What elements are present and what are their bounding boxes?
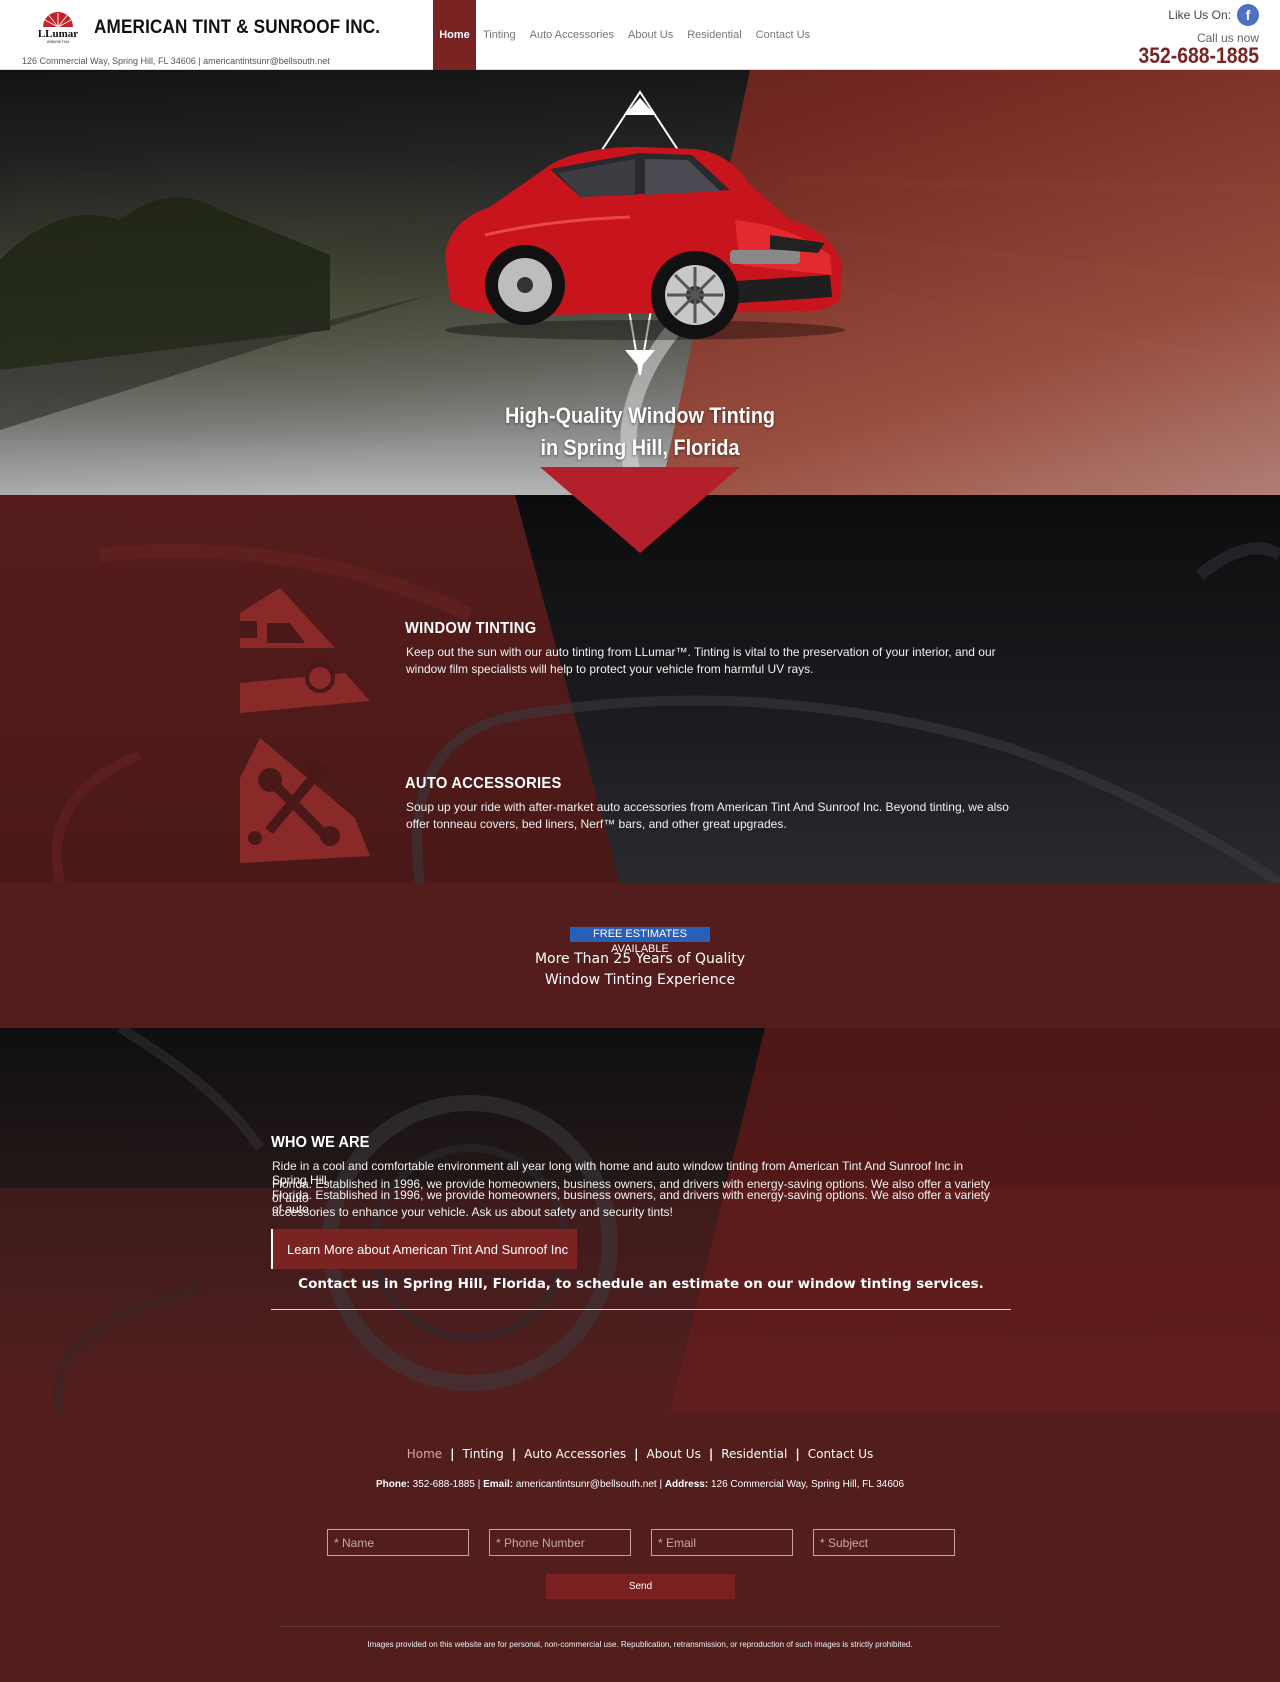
footer-address: 126 Commercial Way, Spring Hill, FL 3460…: [710, 1479, 905, 1490]
logo-sub: WINDOW FILM: [47, 40, 69, 44]
footer-nav-home[interactable]: Home: [407, 1447, 442, 1461]
nav-auto-accessories[interactable]: Auto Accessories: [523, 0, 621, 70]
footer-nav-separator: |: [634, 1447, 639, 1461]
footer-email[interactable]: americantintsunr@bellsouth.net: [516, 1479, 657, 1490]
site-header: LLumar WINDOW FILM AMERICAN TINT & SUNRO…: [0, 0, 1280, 70]
experience-line-1: More Than 25 Years of Quality: [534, 951, 746, 967]
footer-address-label: Address:: [664, 1479, 709, 1490]
send-button[interactable]: Send: [546, 1574, 735, 1599]
social-like: Like Us On: f: [1168, 4, 1259, 26]
like-us-label: Like Us On:: [1168, 8, 1231, 22]
nav-contact-us[interactable]: Contact Us: [749, 0, 817, 70]
estimates-band: FREE ESTIMATES AVAILABLE More Than 25 Ye…: [0, 883, 1280, 1028]
footer-nav-about-us[interactable]: About Us: [647, 1447, 701, 1461]
hero-headline-line1: High-Quality Window Tinting: [504, 403, 776, 428]
nav-home[interactable]: Home: [433, 0, 476, 70]
footer-phone[interactable]: 352-688-1885: [413, 1479, 475, 1490]
email-input[interactable]: [651, 1529, 793, 1556]
window-tint-icon: [240, 588, 370, 713]
brand-title[interactable]: AMERICAN TINT & SUNROOF INC.: [94, 17, 380, 39]
window-tinting-text: Keep out the sun with our auto tinting f…: [406, 645, 996, 676]
footer-nav-separator: |: [450, 1447, 455, 1461]
contact-cta: Contact us in Spring Hill, Florida, to s…: [298, 1276, 984, 1292]
learn-more-button[interactable]: Learn More about American Tint And Sunro…: [271, 1229, 577, 1269]
window-tinting-title: WINDOW TINTING: [405, 620, 537, 637]
footer-nav-auto-accessories[interactable]: Auto Accessories: [524, 1447, 626, 1461]
hero-headline: High-Quality Window Tinting in Spring Hi…: [0, 400, 1280, 464]
footer-nav-separator: |: [708, 1447, 714, 1461]
red-car-image: [445, 147, 845, 340]
footer-email-label: Email:: [483, 1479, 514, 1490]
hero-headline-line2: in Spring Hill, Florida: [540, 435, 740, 460]
footer-nav-separator: |: [795, 1447, 800, 1461]
llumar-logo[interactable]: LLumar WINDOW FILM: [35, 12, 81, 44]
phone-number-input[interactable]: [489, 1529, 631, 1556]
footer-nav-tinting[interactable]: Tinting: [463, 1447, 504, 1461]
footer-disclaimer: Images provided on this website are for …: [367, 1640, 913, 1649]
hero-banner: High-Quality Window Tinting in Spring Hi…: [0, 70, 1280, 495]
footer-nav-residential[interactable]: Residential: [721, 1447, 787, 1461]
footer-contact-info: Phone: 352-688-1885 | Email: americantin…: [375, 1479, 905, 1490]
tools-icon: [240, 738, 370, 863]
subject-input[interactable]: [813, 1529, 955, 1556]
footer-divider: [280, 1626, 1000, 1627]
footer-nav-separator: |: [511, 1447, 517, 1461]
who-wheel-outline: [52, 1028, 618, 1413]
name-input[interactable]: [327, 1529, 469, 1556]
auto-accessories-title: AUTO ACCESSORIES: [405, 775, 562, 792]
footer-phone-label: Phone:: [375, 1479, 410, 1490]
footer-nav: Home | Tinting | Auto Accessories | About Us | R…: [0, 1447, 1280, 1461]
nav-residential[interactable]: Residential: [680, 0, 748, 70]
contact-form: [327, 1529, 955, 1556]
who-we-are-title: WHO WE ARE: [271, 1134, 370, 1151]
main-nav: Home Tinting Auto Accessories About Us R…: [433, 0, 817, 70]
who-divider: [271, 1309, 1011, 1310]
auto-accessories-text: Soup up your ride with after-market auto…: [406, 800, 1009, 831]
header-address: 126 Commercial Way, Spring Hill, FL 3460…: [22, 56, 330, 66]
who-text-line-4: accessories to enhance your vehicle. Ask…: [272, 1205, 673, 1219]
facebook-icon[interactable]: f: [1237, 4, 1259, 26]
experience-line-2: Window Tinting Experience: [544, 972, 736, 988]
nav-about-us[interactable]: About Us: [621, 0, 680, 70]
footer-nav-contact-us[interactable]: Contact Us: [808, 1447, 874, 1461]
free-estimates-badge: FREE ESTIMATES AVAILABLE: [570, 927, 710, 955]
header-phone[interactable]: 352-688-1885: [1138, 43, 1259, 69]
hero-down-arrow: [540, 467, 740, 553]
who-we-are-section: [0, 1028, 1280, 1413]
logo-wordmark: LLumar: [38, 28, 78, 40]
nav-tinting[interactable]: Tinting: [476, 0, 523, 70]
